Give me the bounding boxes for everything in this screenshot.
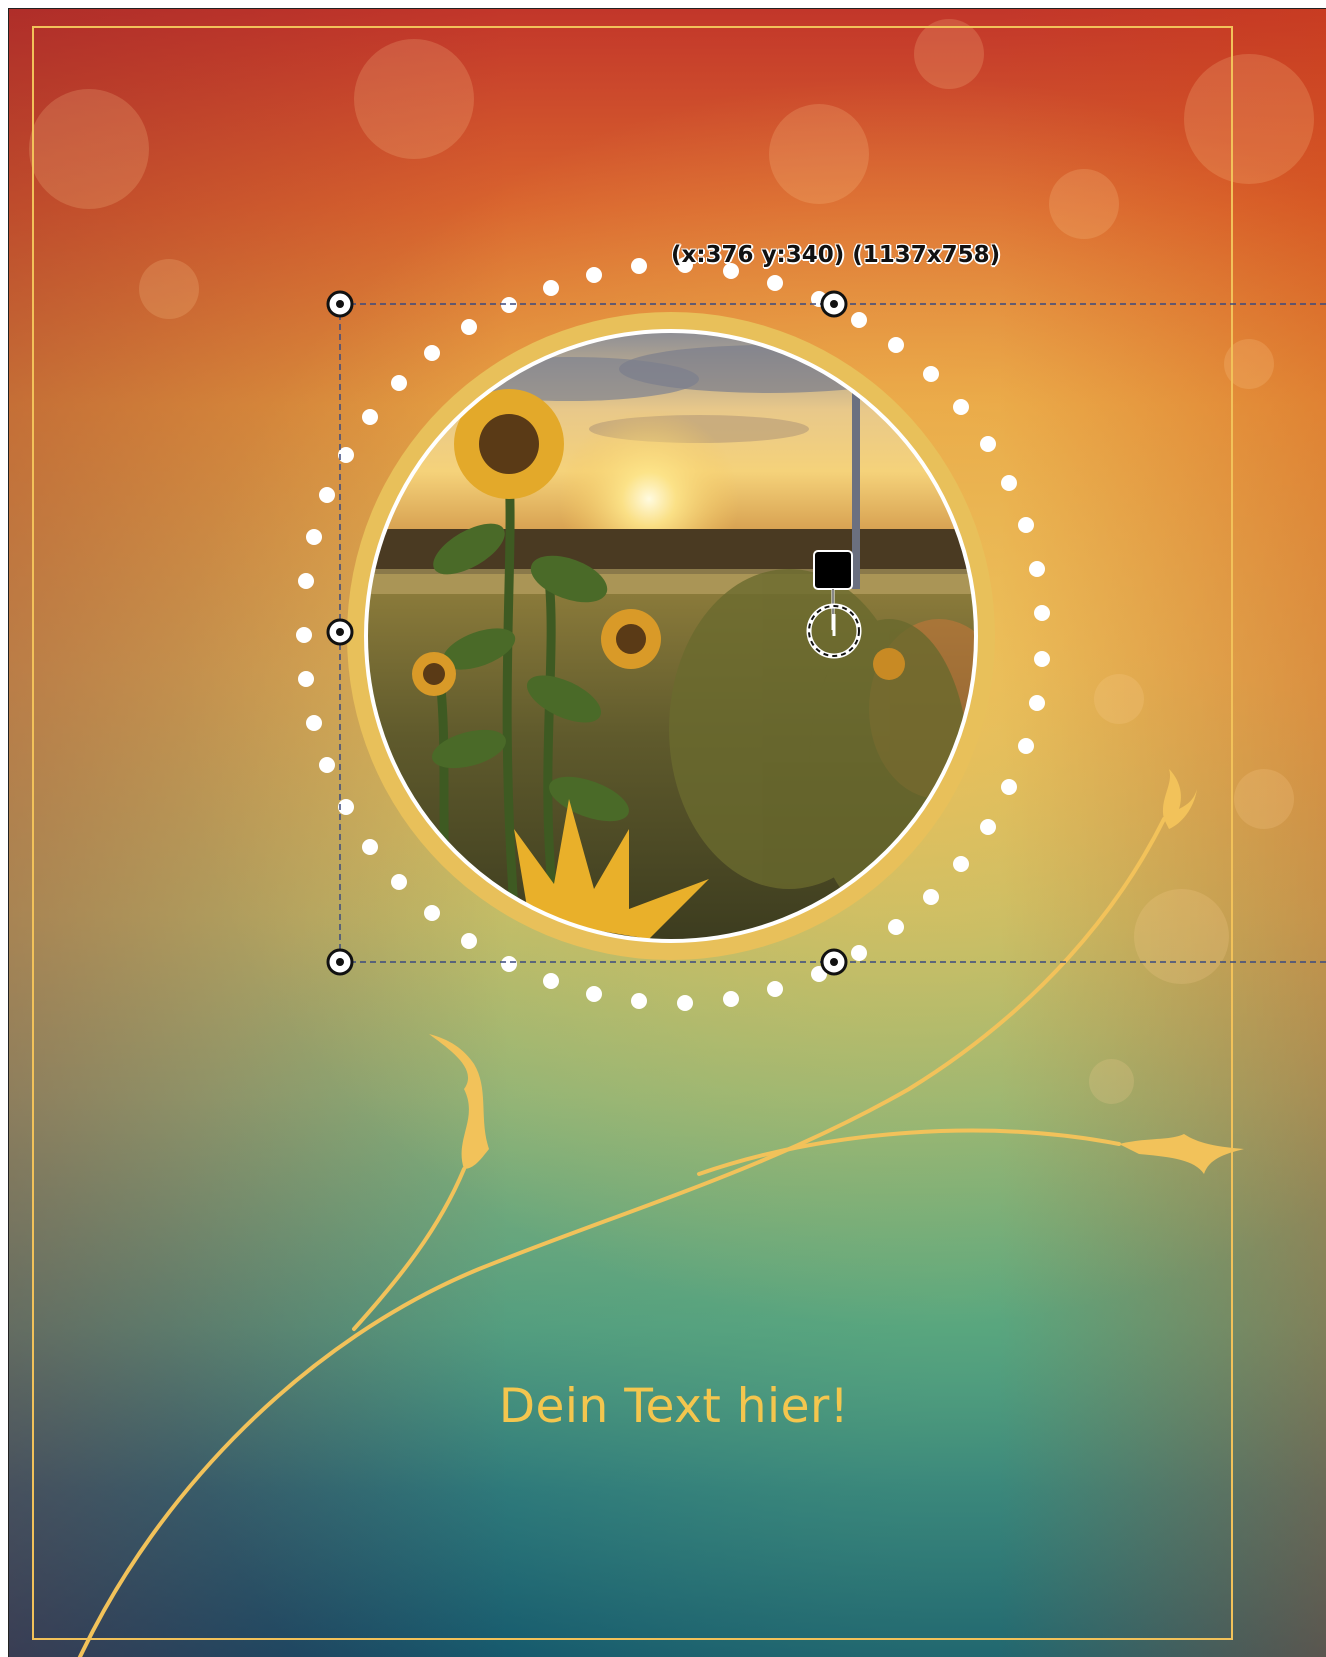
resize-handle-bottom-middle[interactable] <box>820 948 848 976</box>
selection-position-size-readout: (x:376 y:340) (1137x758) <box>671 242 1001 268</box>
resize-handle-top-left[interactable] <box>326 290 354 318</box>
rotate-handle[interactable] <box>806 603 862 659</box>
resize-handle-bottom-left[interactable] <box>326 948 354 976</box>
caption-text[interactable]: Dein Text hier! <box>309 1379 1039 1434</box>
resize-handle-middle-left[interactable] <box>326 618 354 646</box>
card-page[interactable]: Dein Text hier! <box>8 8 1326 1657</box>
design-canvas-area: Dein Text hier! (x:376 y:340) (1137x758) <box>0 0 1326 1657</box>
resize-handle-top-middle[interactable] <box>820 290 848 318</box>
